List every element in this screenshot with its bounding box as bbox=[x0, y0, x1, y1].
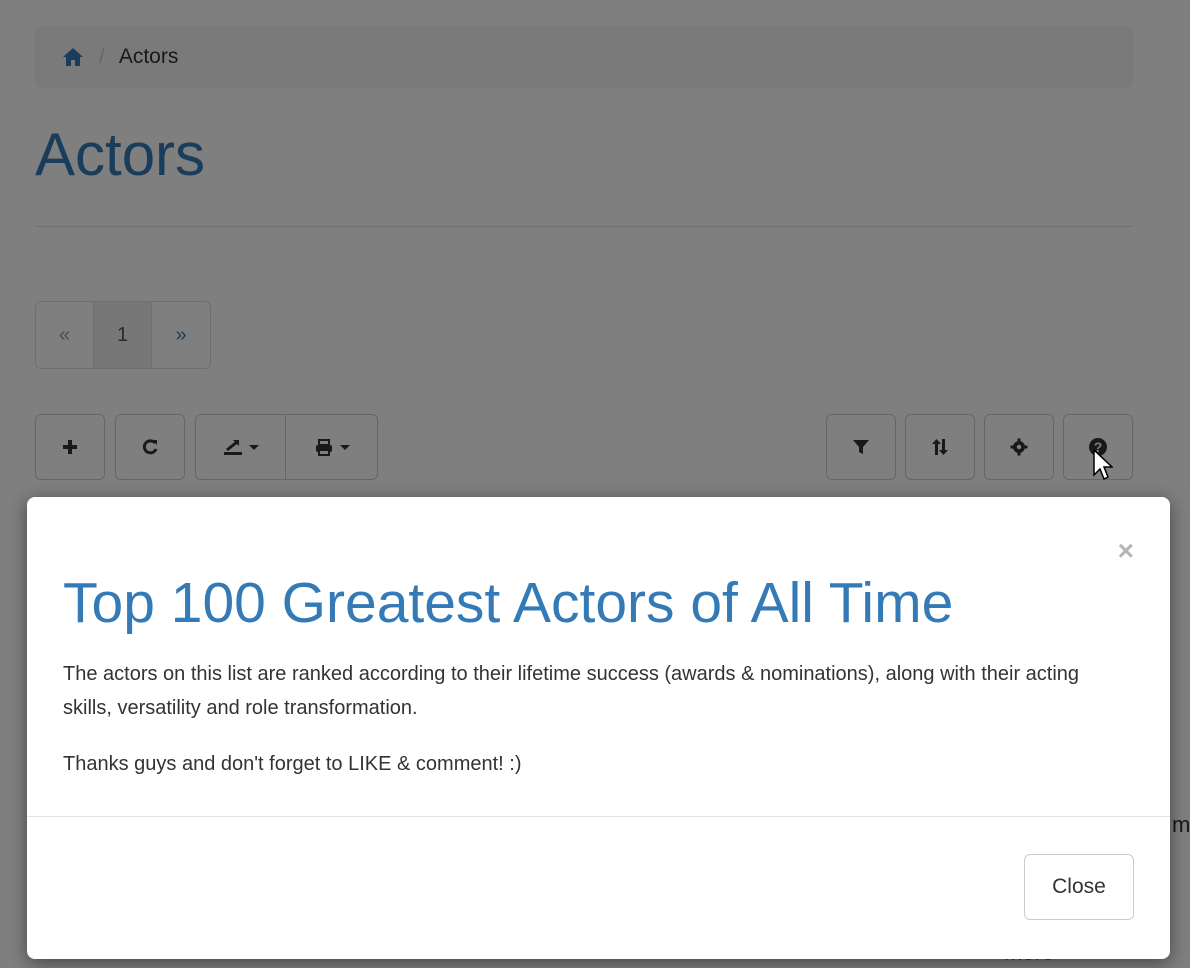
modal-footer-note: Thanks guys and don't forget to LIKE & c… bbox=[63, 753, 522, 775]
modal-footer-divider bbox=[27, 816, 1170, 817]
modal-title: Top 100 Greatest Actors of All Time bbox=[63, 571, 954, 635]
modal-description: The actors on this list are ranked accor… bbox=[63, 663, 1080, 719]
mouse-cursor-icon bbox=[1093, 448, 1114, 486]
close-button[interactable]: Close bbox=[1024, 854, 1134, 920]
close-icon[interactable]: × bbox=[1118, 537, 1134, 565]
help-modal: × Top 100 Greatest Actors of All Time Th… bbox=[27, 497, 1170, 959]
